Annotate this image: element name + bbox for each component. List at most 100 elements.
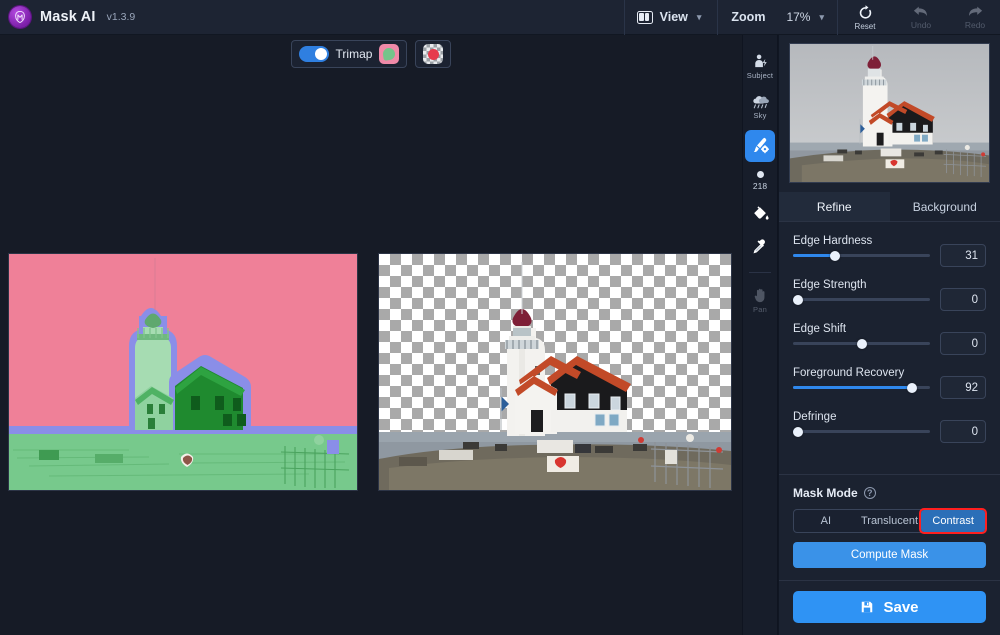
- view-dropdown[interactable]: View ▾: [623, 0, 718, 35]
- slider-defringe: Defringe 0: [793, 411, 986, 443]
- tool-paint-bucket[interactable]: [744, 200, 776, 227]
- undo-button[interactable]: Undo: [896, 0, 946, 35]
- chevron-down-icon: ▾: [696, 11, 702, 22]
- pan-hand-icon: [752, 287, 769, 304]
- undo-redo-group: Undo Redo: [892, 0, 1000, 35]
- tool-subject-label: Subject: [746, 71, 774, 80]
- save-disk-icon: [860, 600, 874, 614]
- right-panel: Refine Background Edge Hardness 31 Edge …: [778, 35, 1000, 635]
- mask-mode-segmented-control: AI Translucent Contrast: [793, 508, 988, 534]
- tool-subject[interactable]: Subject: [744, 49, 776, 83]
- slider-knob[interactable]: [793, 426, 804, 437]
- source-image-preview[interactable]: [789, 43, 990, 183]
- tool-brush[interactable]: [745, 130, 775, 162]
- top-toolbar: Mask AI v1.3.9 View ▾ Zoom 17% ▾ Reset U…: [0, 0, 1000, 35]
- reset-button[interactable]: Reset: [837, 0, 892, 35]
- tool-rail-divider: [749, 272, 771, 273]
- slider-label: Foreground Recovery: [793, 367, 905, 379]
- tool-pan-label: Pan: [753, 305, 767, 314]
- reset-rotate-icon: [857, 4, 874, 21]
- app-version: v1.3.9: [106, 11, 136, 23]
- slider-edge-shift: Edge Shift 0: [793, 323, 986, 355]
- mask-mode-section: Mask Mode ? AI Translucent Contrast Comp…: [779, 474, 1000, 580]
- mask-mode-option-ai[interactable]: AI: [794, 510, 858, 532]
- reset-label: Reset: [854, 21, 876, 31]
- canvas-overlay-toolbar: Trimap: [0, 35, 742, 68]
- paint-bucket-icon: [751, 204, 770, 223]
- brush-size-value: 218: [752, 181, 768, 191]
- eyedropper-icon: [751, 238, 770, 257]
- chevron-down-icon: ▾: [819, 11, 824, 22]
- redo-label: Redo: [964, 20, 986, 30]
- slider-label: Edge Hardness: [793, 235, 873, 247]
- cutout-lighthouse-transparent[interactable]: [378, 253, 732, 491]
- slider-value-input[interactable]: 0: [940, 288, 986, 311]
- slider-edge-strength: Edge Strength 0: [793, 279, 986, 311]
- sky-clouds-icon: [751, 94, 770, 110]
- panel-footer: Save: [779, 580, 1000, 635]
- brush-settings-icon: [751, 136, 770, 155]
- subject-person-icon: [752, 53, 769, 70]
- slider-knob[interactable]: [907, 382, 918, 393]
- slider-track[interactable]: [793, 250, 930, 261]
- slider-track[interactable]: [793, 294, 930, 305]
- trimap-label: Trimap: [335, 47, 373, 61]
- slider-knob[interactable]: [856, 338, 867, 349]
- slider-track[interactable]: [793, 426, 930, 437]
- app-title: Mask AI: [40, 9, 96, 25]
- checkerboard-red-dot-swatch-icon[interactable]: [423, 44, 444, 64]
- mask-mode-option-translucent[interactable]: Translucent: [858, 510, 922, 532]
- transparency-swatch-group: [415, 40, 452, 68]
- slider-value-input[interactable]: 0: [940, 332, 986, 355]
- app-body: Trimap Subject Sky 218 Pan Refine Backgr…: [0, 35, 1000, 635]
- tool-pan[interactable]: Pan: [744, 283, 776, 317]
- toolbar-right-group: View ▾ Zoom 17% ▾ Reset Undo Redo: [623, 0, 1000, 35]
- slider-label: Defringe: [793, 411, 837, 423]
- canvas-area[interactable]: Trimap: [0, 35, 742, 635]
- slider-track[interactable]: [793, 338, 930, 349]
- tab-background[interactable]: Background: [889, 192, 1000, 221]
- view-label: View: [659, 10, 688, 24]
- app-brand: Mask AI v1.3.9: [0, 6, 135, 28]
- redo-button[interactable]: Redo: [950, 0, 1000, 35]
- slider-foreground-recovery: Foreground Recovery 92: [793, 367, 986, 399]
- tool-eyedropper[interactable]: [744, 234, 776, 261]
- save-label: Save: [883, 598, 919, 616]
- tool-rail: Subject Sky 218 Pan: [742, 35, 778, 635]
- tool-sky[interactable]: Sky: [744, 90, 776, 123]
- undo-arrow-icon: [912, 4, 930, 19]
- slider-track[interactable]: [793, 382, 930, 393]
- slider-knob[interactable]: [793, 294, 804, 305]
- brush-size-indicator[interactable]: 218: [753, 171, 767, 191]
- trimap-green-pink-swatch-icon[interactable]: [379, 44, 400, 64]
- zoom-label: Zoom: [731, 10, 766, 24]
- trimap-overlay-lighthouse[interactable]: [8, 253, 358, 491]
- undo-label: Undo: [910, 20, 932, 30]
- zoom-value: 17%: [786, 10, 811, 24]
- redo-arrow-icon: [966, 4, 984, 19]
- mask-mode-title: Mask Mode: [793, 486, 858, 500]
- mask-mode-option-contrast[interactable]: Contrast: [919, 508, 988, 534]
- trimap-toggle[interactable]: [298, 46, 329, 62]
- slider-value-input[interactable]: 92: [940, 376, 986, 399]
- mask-mode-header: Mask Mode ?: [793, 486, 986, 500]
- trimap-toggle-group: Trimap: [290, 40, 408, 68]
- slider-knob[interactable]: [830, 250, 841, 261]
- slider-value-input[interactable]: 0: [940, 420, 986, 443]
- brush-size-dot-icon: [756, 171, 764, 178]
- mask-ai-logo-icon: [9, 6, 31, 28]
- slider-edge-hardness: Edge Hardness 31: [793, 235, 986, 267]
- tab-refine[interactable]: Refine: [779, 192, 890, 221]
- view-panels-icon: [636, 10, 653, 24]
- panel-spacer: [779, 455, 1000, 474]
- help-question-icon[interactable]: ?: [863, 487, 876, 499]
- slider-label: Edge Shift: [793, 323, 847, 335]
- compute-mask-button[interactable]: Compute Mask: [793, 542, 986, 568]
- refine-sliders: Edge Hardness 31 Edge Strength 0 Edge Sh…: [779, 222, 1000, 455]
- zoom-dropdown[interactable]: Zoom 17% ▾: [717, 0, 837, 35]
- app-root: Mask AI v1.3.9 View ▾ Zoom 17% ▾ Reset U…: [0, 0, 1000, 635]
- save-button[interactable]: Save: [793, 591, 986, 623]
- slider-value-input[interactable]: 31: [940, 244, 986, 267]
- slider-label: Edge Strength: [793, 279, 867, 291]
- tool-sky-label: Sky: [753, 111, 767, 120]
